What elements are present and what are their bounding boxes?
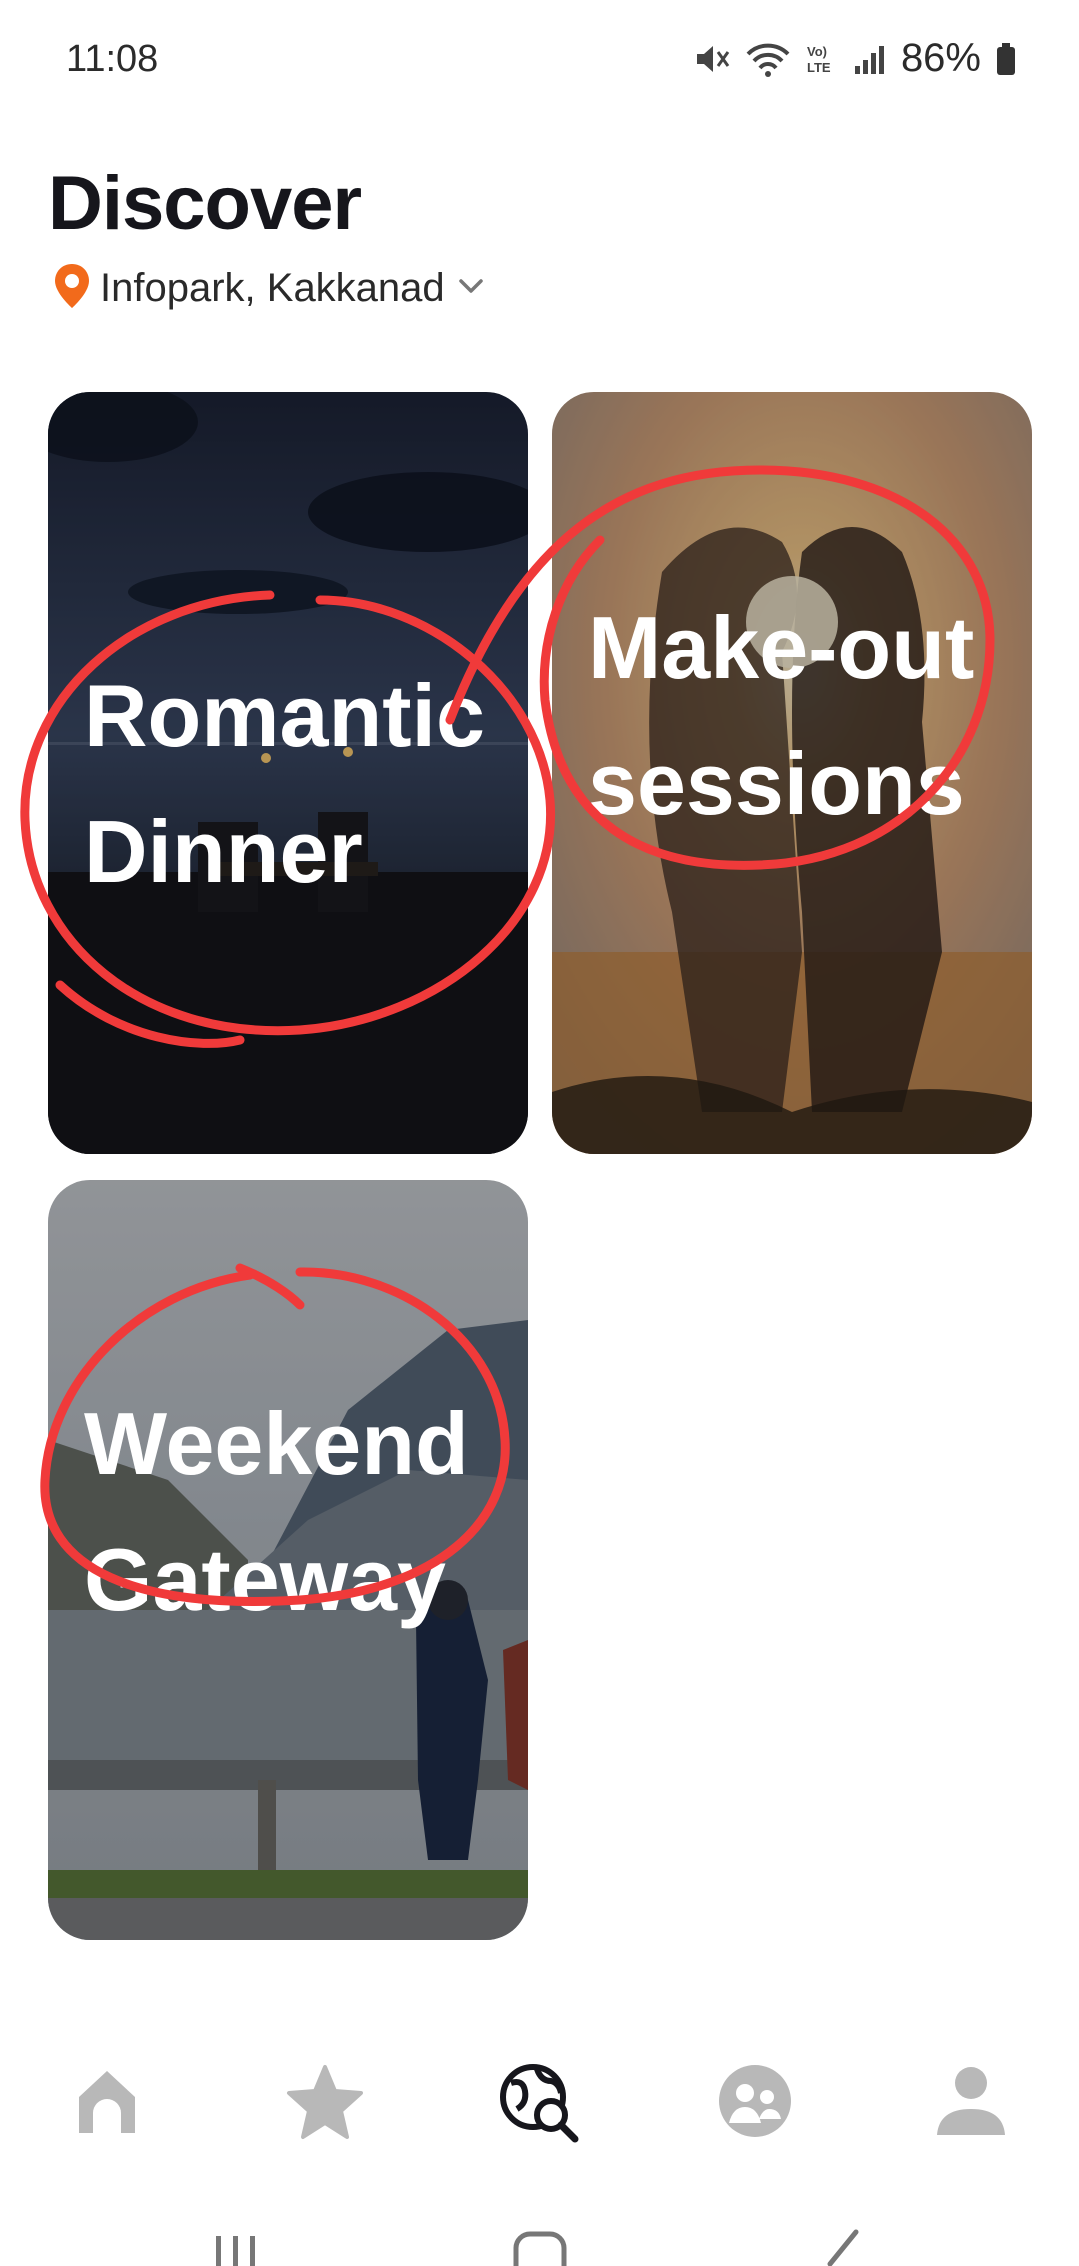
home-button-icon[interactable]: [512, 2230, 568, 2266]
category-card-weekend-gateway[interactable]: Weekend Gateway: [48, 1180, 528, 1940]
card-title: Weekend Gateway: [84, 1394, 469, 1629]
chevron-down-icon: [453, 271, 489, 306]
status-bar: 11:08 Vo) LTE 86%: [0, 0, 1079, 130]
home-icon: [69, 2063, 145, 2144]
bottom-navigation: [0, 2040, 1079, 2160]
card-title: Romantic Dinner: [84, 666, 485, 901]
discover-icon: [497, 2059, 581, 2148]
status-time: 11:08: [66, 38, 159, 80]
category-card-romantic-dinner[interactable]: Romantic Dinner: [48, 392, 528, 1154]
card-title: Make-out sessions: [588, 598, 975, 833]
nav-favorites[interactable]: [280, 2058, 370, 2148]
page-title: Discover: [48, 161, 362, 246]
mute-icon: [693, 40, 731, 78]
wifi-icon: [745, 40, 791, 78]
location-label: Infopark, Kakkanad: [100, 266, 445, 310]
volte-icon: Vo) LTE: [805, 40, 839, 78]
status-icons: Vo) LTE 86%: [693, 36, 1017, 81]
recent-apps-icon[interactable]: [212, 2232, 260, 2266]
battery-percent: 86%: [900, 36, 981, 80]
battery-icon: [995, 40, 1017, 78]
nav-home[interactable]: [62, 2058, 152, 2148]
profile-icon: [931, 2061, 1011, 2146]
back-icon[interactable]: [816, 2228, 866, 2266]
nav-community[interactable]: [710, 2058, 800, 2148]
svg-text:LTE: LTE: [807, 60, 831, 75]
signal-icon: [853, 40, 887, 78]
nav-profile[interactable]: [926, 2058, 1016, 2148]
nav-discover[interactable]: [494, 2058, 584, 2148]
location-selector[interactable]: Infopark, Kakkanad: [52, 262, 489, 315]
community-icon: [715, 2061, 795, 2146]
svg-text:Vo): Vo): [807, 44, 827, 59]
location-pin-icon: [52, 262, 92, 315]
star-icon: [285, 2061, 365, 2146]
category-card-make-out-sessions[interactable]: Make-out sessions: [552, 392, 1032, 1154]
system-navigation-bar: [0, 2220, 1079, 2266]
